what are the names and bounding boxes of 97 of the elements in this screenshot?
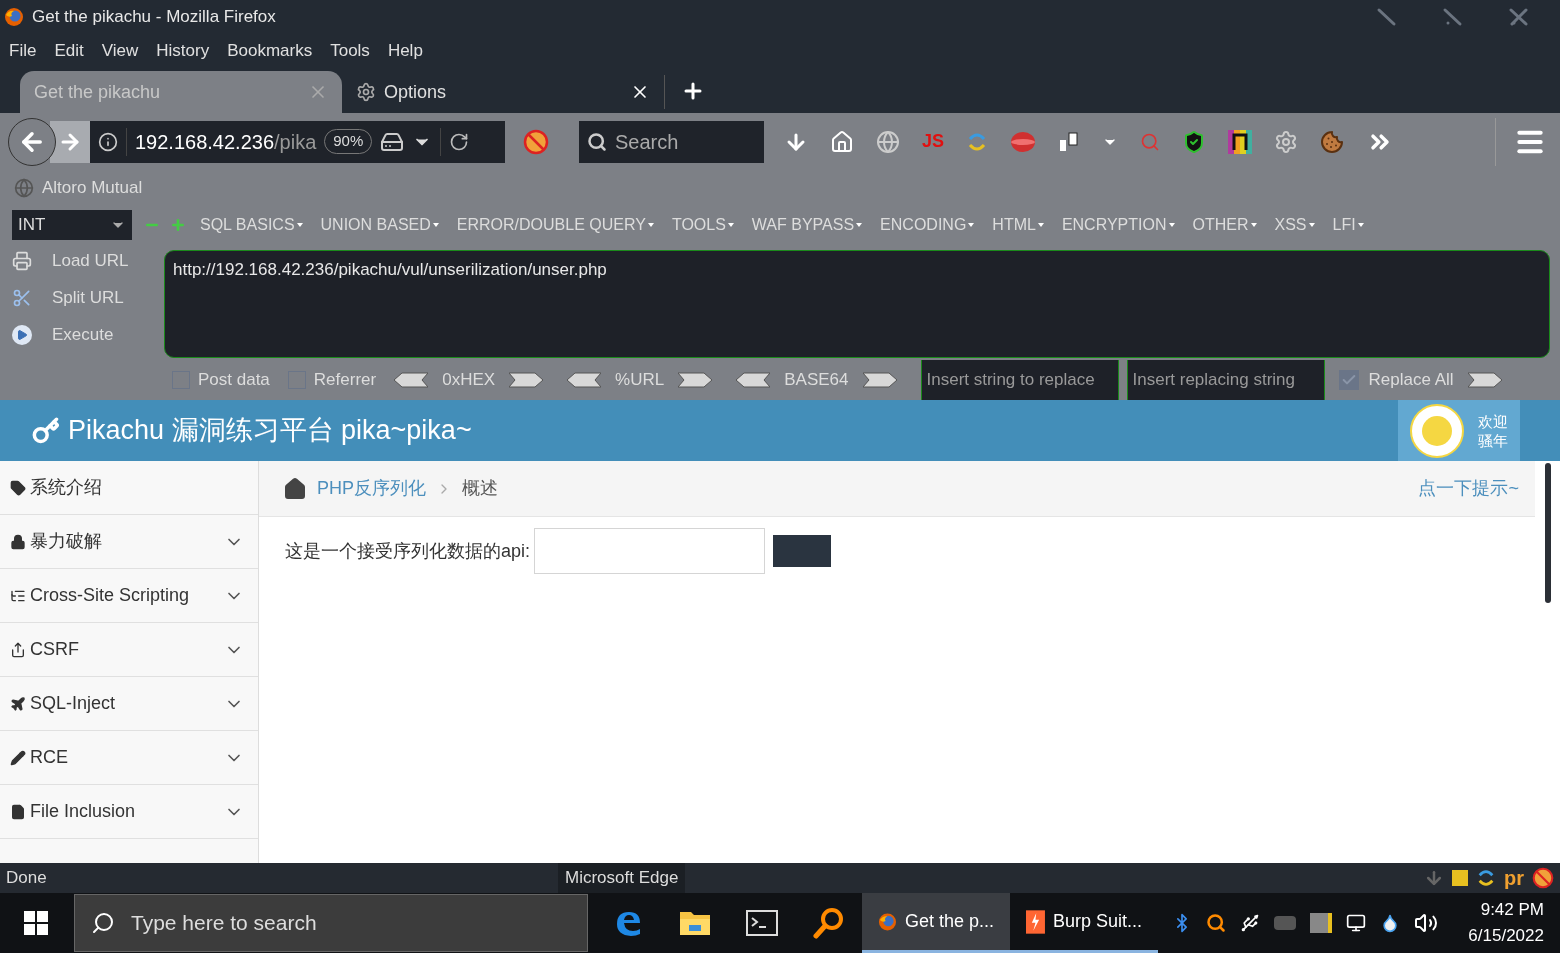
terminal-icon bbox=[745, 910, 778, 936]
menu-item[interactable]: Help bbox=[387, 38, 423, 64]
right-arrow-icon bbox=[678, 370, 713, 390]
search-field[interactable]: Search bbox=[579, 120, 764, 163]
minimize-icon[interactable] bbox=[1376, 7, 1398, 27]
caret-icon bbox=[727, 223, 734, 227]
address-bar[interactable]: 192.168.42.236/pika 90% bbox=[90, 120, 505, 163]
caret-icon bbox=[1308, 223, 1315, 227]
avatar bbox=[1410, 403, 1464, 458]
monitor-icon[interactable] bbox=[1346, 913, 1366, 933]
pencil-icon bbox=[10, 749, 26, 766]
caret-icon bbox=[1250, 223, 1257, 227]
replacing-field[interactable]: Insert replacing string bbox=[1126, 360, 1325, 400]
pr-icon[interactable]: pr bbox=[1504, 863, 1524, 893]
sidebar-item[interactable]: Cross-Site Scripting bbox=[0, 569, 258, 623]
left-arrow-icon bbox=[394, 370, 429, 390]
reload-icon[interactable] bbox=[449, 131, 470, 152]
rainbow-icon[interactable] bbox=[1228, 129, 1253, 154]
menu-item[interactable]: Bookmarks bbox=[227, 38, 313, 64]
site-title: Pikachu 漏洞练习平台 pika~pika~ bbox=[68, 414, 472, 448]
url-textarea[interactable]: http://192.168.42.236/pikachu/vul/unserilization/unser.php bbox=[164, 250, 1550, 358]
lock-icon bbox=[10, 533, 26, 550]
right-arrow-icon bbox=[509, 370, 544, 390]
taskbar-app[interactable]: Burp Suit... bbox=[1010, 893, 1158, 953]
magnifier-icon[interactable] bbox=[1206, 913, 1226, 933]
file-icon bbox=[10, 803, 26, 820]
menu-item[interactable]: History bbox=[156, 38, 210, 64]
plane-icon bbox=[10, 695, 26, 712]
back-button[interactable] bbox=[8, 117, 56, 166]
play-icon bbox=[12, 325, 32, 345]
welcome-text: 欢迎 bbox=[1478, 411, 1508, 431]
encoder-label: BASE64 bbox=[784, 369, 849, 392]
scrollbar-thumb[interactable] bbox=[1544, 463, 1551, 603]
cookie-icon[interactable] bbox=[1320, 129, 1345, 154]
encoding-select[interactable]: INT bbox=[12, 210, 132, 240]
menu-item[interactable]: Tools bbox=[330, 38, 370, 64]
droplet-icon[interactable] bbox=[1380, 913, 1400, 933]
pages-icon[interactable] bbox=[1058, 130, 1081, 153]
sidebar-item[interactable]: SQL-Inject bbox=[0, 677, 258, 731]
caret-icon bbox=[1168, 223, 1175, 227]
clock[interactable]: 9:42 PM 6/15/2022 bbox=[1468, 897, 1544, 949]
url-text: 192.168.42.236/pika bbox=[135, 129, 317, 155]
globe-icon bbox=[14, 177, 34, 198]
tag-icon bbox=[10, 479, 26, 496]
forward-button[interactable] bbox=[50, 120, 90, 163]
blocked-icon[interactable] bbox=[1532, 867, 1554, 889]
info-icon bbox=[98, 131, 118, 152]
download-icon[interactable] bbox=[1424, 868, 1444, 888]
welcome-text: 骚年 bbox=[1478, 430, 1508, 450]
search-icon bbox=[587, 131, 607, 152]
caret-icon bbox=[856, 223, 863, 227]
share-icon bbox=[10, 641, 26, 658]
sidebar-item[interactable]: CSRF bbox=[0, 623, 258, 677]
magnifier-icon bbox=[812, 907, 845, 939]
firefox-icon bbox=[4, 7, 24, 27]
right-arrow-icon bbox=[862, 370, 897, 390]
breadcrumb-text: 概述 bbox=[462, 477, 498, 500]
browser-tab[interactable]: Options bbox=[342, 71, 664, 113]
form-label: 这是一个接受序列化数据的api: bbox=[285, 539, 531, 563]
caret-icon bbox=[1357, 223, 1364, 227]
menu-item[interactable]: Edit bbox=[54, 38, 84, 64]
key-icon bbox=[32, 416, 60, 445]
swirl-icon[interactable] bbox=[1476, 868, 1496, 888]
home-icon bbox=[283, 476, 307, 501]
replace-field[interactable]: Insert string to replace bbox=[920, 360, 1119, 400]
search-icon bbox=[91, 911, 115, 935]
sidebar-item[interactable]: 系统介绍 bbox=[0, 461, 258, 515]
status-text: Done bbox=[6, 867, 47, 890]
printer-icon bbox=[12, 251, 32, 271]
caret-icon bbox=[432, 223, 439, 227]
right-arrow-icon bbox=[1467, 370, 1502, 390]
usb-icon[interactable] bbox=[1240, 913, 1260, 933]
volume-icon[interactable] bbox=[1414, 911, 1438, 935]
maximize-icon[interactable] bbox=[1442, 7, 1464, 27]
caret-icon bbox=[647, 223, 654, 227]
sidebar-item[interactable]: RCE bbox=[0, 731, 258, 785]
left-arrow-icon bbox=[736, 370, 771, 390]
taskbar-app[interactable]: Get the p... bbox=[862, 893, 1010, 953]
windows-start-icon[interactable] bbox=[24, 911, 48, 935]
home-icon[interactable] bbox=[830, 129, 854, 154]
caret-icon bbox=[968, 223, 975, 227]
gear-icon bbox=[356, 82, 376, 102]
sidebar-item[interactable]: 暴力破解 bbox=[0, 515, 258, 569]
caret-icon bbox=[1037, 223, 1044, 227]
encoder-label: %URL bbox=[615, 369, 665, 392]
api-input[interactable] bbox=[534, 528, 766, 574]
encoder-label: 0xHEX bbox=[442, 369, 496, 392]
menu-item[interactable]: File bbox=[9, 38, 37, 64]
taskbar-search-field[interactable]: Type here to search bbox=[74, 894, 588, 952]
tooltip: Microsoft Edge bbox=[558, 863, 686, 893]
menu-item[interactable]: View bbox=[101, 38, 139, 64]
left-arrow-icon bbox=[567, 370, 602, 390]
caret-icon bbox=[296, 223, 303, 227]
folder-icon bbox=[678, 909, 711, 937]
sidebar-item[interactable]: File Inclusion bbox=[0, 785, 258, 839]
scissors-icon bbox=[12, 288, 32, 308]
window-title: Get the pikachu - Mozilla Firefox bbox=[32, 6, 276, 29]
